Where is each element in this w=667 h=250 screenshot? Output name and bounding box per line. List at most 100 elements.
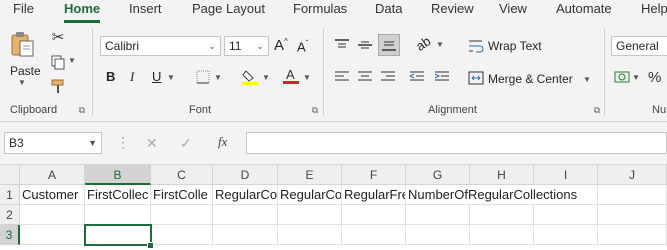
tab-page-layout[interactable]: Page Layout <box>192 0 265 24</box>
row-header-1[interactable]: 1 <box>0 185 20 205</box>
borders-chevron-icon[interactable]: ▼ <box>214 73 222 82</box>
cell-f3[interactable] <box>342 225 406 245</box>
cell-b1[interactable]: FirstCollec <box>85 185 151 205</box>
cell-a1[interactable]: Customer <box>20 185 85 205</box>
tab-review[interactable]: Review <box>431 0 474 24</box>
name-box[interactable]: B3 ▼ <box>4 132 102 154</box>
cell-j1[interactable] <box>598 185 667 205</box>
cell-b2[interactable] <box>85 205 151 225</box>
insert-function-icon[interactable]: fx <box>218 134 227 150</box>
bold-icon[interactable]: B <box>106 69 115 84</box>
cell-i3[interactable] <box>534 225 598 245</box>
wrap-text-button[interactable]: Wrap Text <box>488 39 542 53</box>
align-right-icon[interactable] <box>380 70 396 84</box>
fill-color-icon[interactable] <box>242 68 258 86</box>
active-cell-selection[interactable] <box>84 224 152 246</box>
cell-g1[interactable]: NumberOfRegularCollections <box>406 185 577 205</box>
column-header-a[interactable]: A <box>20 165 85 185</box>
select-all-corner[interactable] <box>0 165 20 185</box>
cell-h3[interactable] <box>470 225 534 245</box>
cell-c1[interactable]: FirstColle <box>151 185 213 205</box>
tab-view[interactable]: View <box>499 0 527 24</box>
clipboard-launcher-icon[interactable]: ⧉ <box>77 105 87 115</box>
cell-c3[interactable] <box>151 225 213 245</box>
tab-automate[interactable]: Automate <box>556 0 612 24</box>
format-painter-icon[interactable] <box>50 78 66 94</box>
column-header-c[interactable]: C <box>151 165 213 185</box>
tab-home[interactable]: Home <box>64 0 101 24</box>
tab-insert[interactable]: Insert <box>129 0 162 24</box>
paste-chevron-icon[interactable]: ▼ <box>18 78 26 87</box>
cell-g3[interactable] <box>406 225 470 245</box>
italic-icon[interactable]: I <box>130 69 134 85</box>
cell-e2[interactable] <box>278 205 342 225</box>
cell-e3[interactable] <box>278 225 342 245</box>
decrease-font-size-icon[interactable]: Aˇ <box>297 39 308 54</box>
font-color-chevron-icon[interactable]: ▼ <box>303 73 311 82</box>
cell-d3[interactable] <box>213 225 278 245</box>
increase-indent-icon[interactable] <box>434 70 450 84</box>
merge-center-button[interactable]: Merge & Center <box>488 72 573 86</box>
column-header-j[interactable]: J <box>598 165 667 185</box>
alignment-launcher-icon[interactable]: ⧉ <box>592 105 602 115</box>
paste-button[interactable]: Paste <box>10 64 41 78</box>
cell-e1[interactable]: RegularCo <box>278 185 342 205</box>
cell-j2[interactable] <box>598 205 667 225</box>
cell-j3[interactable] <box>598 225 667 245</box>
merge-center-icon[interactable] <box>468 71 484 85</box>
font-color-icon[interactable]: A <box>283 67 299 85</box>
font-name-dropdown[interactable]: Calibri ⌄ <box>100 36 221 56</box>
cell-h2[interactable] <box>470 205 534 225</box>
align-center-icon[interactable] <box>357 70 373 84</box>
underline-icon[interactable]: U <box>152 69 161 84</box>
underline-chevron-icon[interactable]: ▼ <box>167 73 175 82</box>
cell-g2[interactable] <box>406 205 470 225</box>
bottom-align-icon[interactable] <box>378 34 400 56</box>
paste-icon[interactable] <box>10 30 36 58</box>
cell-h1[interactable] <box>470 185 534 205</box>
font-size-dropdown[interactable]: 11 ⌄ <box>224 36 269 56</box>
tab-data[interactable]: Data <box>375 0 402 24</box>
column-header-i[interactable]: I <box>534 165 598 185</box>
column-header-h[interactable]: H <box>470 165 534 185</box>
drag-handle-icon[interactable]: ⋮ <box>116 134 130 151</box>
tab-formulas[interactable]: Formulas <box>293 0 347 24</box>
cell-f1[interactable]: RegularFre <box>342 185 406 205</box>
percent-style-icon[interactable]: % <box>648 69 661 86</box>
top-align-icon[interactable] <box>334 38 350 52</box>
cell-a3[interactable] <box>20 225 85 245</box>
name-box-chevron-icon[interactable]: ▼ <box>88 133 97 153</box>
tab-help[interactable]: Help <box>641 0 667 24</box>
cell-i2[interactable] <box>534 205 598 225</box>
cell-c2[interactable] <box>151 205 213 225</box>
row-header-3[interactable]: 3 <box>0 225 20 245</box>
align-left-icon[interactable] <box>334 70 350 84</box>
wrap-text-icon[interactable] <box>468 38 484 54</box>
borders-icon[interactable] <box>196 70 210 84</box>
merge-center-chevron-icon[interactable]: ▼ <box>583 75 591 84</box>
accounting-format-icon[interactable] <box>614 69 630 85</box>
column-header-b[interactable]: B <box>85 165 151 185</box>
column-header-d[interactable]: D <box>213 165 278 185</box>
increase-font-size-icon[interactable]: A^ <box>274 37 288 54</box>
column-header-f[interactable]: F <box>342 165 406 185</box>
column-header-g[interactable]: G <box>406 165 470 185</box>
number-format-dropdown[interactable]: General <box>611 36 667 56</box>
enter-icon[interactable]: ✓ <box>180 135 192 152</box>
cell-i1[interactable] <box>534 185 598 205</box>
orientation-icon[interactable]: ab <box>413 33 433 54</box>
tab-file[interactable]: File <box>13 0 34 24</box>
cell-d2[interactable] <box>213 205 278 225</box>
copy-icon[interactable] <box>50 54 66 70</box>
column-header-e[interactable]: E <box>278 165 342 185</box>
cancel-icon[interactable]: ✕ <box>146 135 158 152</box>
fill-color-chevron-icon[interactable]: ▼ <box>262 73 270 82</box>
cell-f2[interactable] <box>342 205 406 225</box>
accounting-chevron-icon[interactable]: ▼ <box>632 73 640 82</box>
font-launcher-icon[interactable]: ⧉ <box>310 105 320 115</box>
orientation-chevron-icon[interactable]: ▼ <box>436 40 444 49</box>
decrease-indent-icon[interactable] <box>408 70 425 84</box>
cell-a2[interactable] <box>20 205 85 225</box>
fill-handle[interactable] <box>147 242 154 249</box>
cell-d1[interactable]: RegularCo <box>213 185 278 205</box>
